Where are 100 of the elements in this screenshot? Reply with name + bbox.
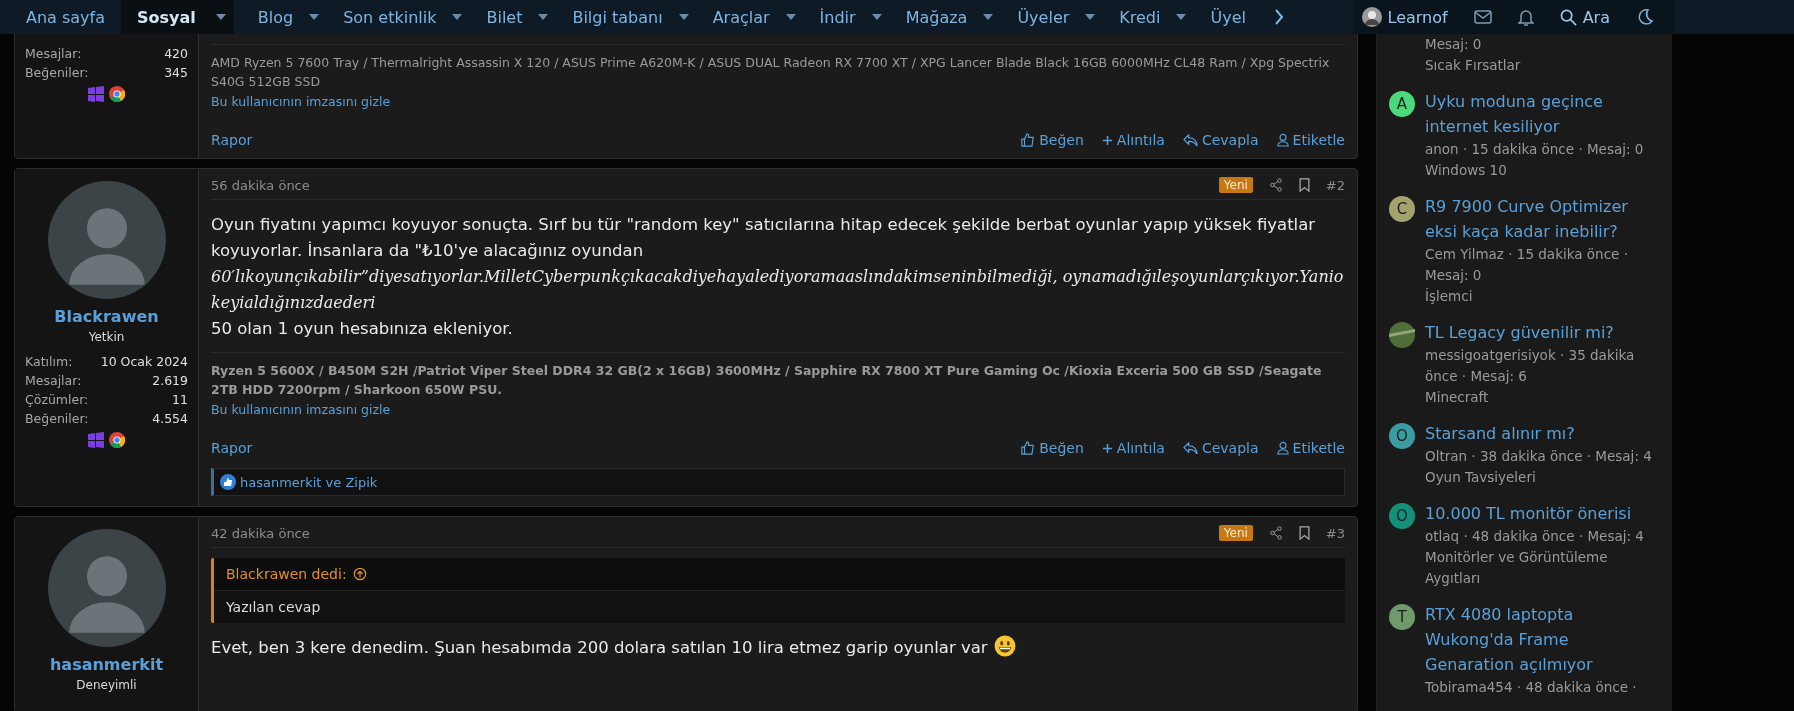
dropdown-caret-icon[interactable] <box>785 14 796 20</box>
forum-name-link[interactable]: Minecraft <box>1425 387 1658 408</box>
forum-name-link[interactable]: Sıcak Fırsatlar <box>1425 55 1521 76</box>
forum-name-link[interactable]: İşlemci <box>1425 286 1658 307</box>
quote-author[interactable]: Blackrawen dedi: <box>226 566 347 582</box>
thread-meta: Tobirama454 · 48 dakika önce · <box>1425 678 1638 697</box>
dropdown-caret-icon[interactable] <box>538 14 549 20</box>
stat-value: 345 <box>164 64 188 82</box>
post-action-link[interactable]: Etiketle <box>1276 440 1345 456</box>
avatar-photo-placeholder[interactable] <box>47 529 166 647</box>
nav-tab[interactable]: Ana sayfa <box>10 0 122 34</box>
person-icon <box>1276 133 1289 147</box>
plus-icon <box>1101 442 1113 454</box>
forum-name-link[interactable]: Windows 10 <box>1425 160 1658 181</box>
avatar-photo-placeholder[interactable] <box>47 181 166 299</box>
nav-tab[interactable]: Sosyal <box>121 0 208 34</box>
bell-icon[interactable] <box>1517 8 1534 26</box>
thread-meta: Oltran · 38 dakika önce · Mesaj: 4 <box>1425 447 1652 466</box>
thread-title-link[interactable]: Starsand alınır mı? <box>1425 421 1652 446</box>
forum-name-link[interactable]: Oyun Tavsiyeleri <box>1425 467 1652 488</box>
report-link[interactable]: Rapor <box>211 132 253 148</box>
photo-placeholder[interactable] <box>1389 322 1415 348</box>
post-text: Oyun fiyatını yapımcı koyuyor sonuçta. Sırf bu tür "random key" satıcılarına hitap edecek şekilde berbat oyunlar yapıp yüksek fiyatlar koyuyorlar. İnsanlara da "₺10'ye alacağınız oyundan <box>211 215 1316 260</box>
post-number-link[interactable]: #3 <box>1325 525 1345 541</box>
thread-title-link[interactable]: TL Legacy güvenilir mi? <box>1425 320 1658 345</box>
thread-title-link[interactable]: 10.000 TL monitör önerisi <box>1425 501 1658 526</box>
stat-value: 420 <box>164 45 188 63</box>
post-action-link[interactable]: Beğen <box>1021 132 1084 148</box>
hide-signature-link[interactable]: Bu kullanıcının imzasını gizle <box>211 94 391 109</box>
nav-tab[interactable]: Blog <box>241 0 310 34</box>
letter-avatar[interactable]: O <box>1389 423 1415 449</box>
dropdown-caret-icon[interactable] <box>207 0 234 34</box>
post-number-link[interactable]: #2 <box>1325 177 1345 193</box>
post-action-link[interactable]: Cevapla <box>1182 132 1259 148</box>
nav-tab[interactable]: Mağaza <box>889 0 984 34</box>
letter-avatar[interactable]: O <box>1389 503 1415 529</box>
hide-signature-link[interactable]: Bu kullanıcının imzasını gizle <box>211 402 391 417</box>
smiley-emoji-icon <box>993 635 1016 657</box>
signature-text: Ryzen 5 5600X / B450M S2H /Patriot Viper Steel DDR4 32 GB(2 x 16GB) 3600MHz / Sapphire RX 7800 XT Pure Gaming Oc /Kioxia Exceria 500 GB SSD /Seagate 2TB HDD 7200rpm / Sharkoon 650W PSU. <box>211 362 1323 399</box>
stat-value: 11 <box>172 391 188 409</box>
stat-label: Çözümler: <box>25 391 89 409</box>
stat-value: 4.554 <box>152 410 188 428</box>
bookmark-icon[interactable] <box>1298 526 1310 540</box>
thumbs-up-icon <box>1021 133 1036 147</box>
user-title: Yetkin <box>88 330 125 344</box>
post-formula-text: 60′lıkoyunçıkabilir”diyesatıyorlar.MilletCyberpunkçıkacakdiyehayalediyoramaaslındakimseninbilmediği, oynamadığıleşoyunlarçıkıyor.Yaniokeyialdığınızdaederi <box>211 266 1345 314</box>
nav-tab[interactable]: İndir <box>803 0 872 34</box>
post-action-link[interactable]: Alıntıla <box>1101 440 1165 456</box>
post-action-link[interactable]: Alıntıla <box>1101 132 1165 148</box>
arrow-up-circle-icon[interactable] <box>352 567 367 581</box>
nav-tab[interactable]: Üyel <box>1194 0 1262 34</box>
report-link[interactable]: Rapor <box>211 440 253 456</box>
share-icon[interactable] <box>1268 526 1283 540</box>
thread-title-link[interactable]: R9 7900 Curve Optimizer eksi kaça kadar inebilir? <box>1425 194 1658 244</box>
nav-tab[interactable]: Bilgi tabanı <box>556 0 679 34</box>
chevron-right-icon[interactable] <box>1273 9 1284 25</box>
thread-meta: Mesaj: 0 <box>1425 35 1483 54</box>
windows-logo-icon <box>88 86 104 102</box>
moon-icon[interactable] <box>1636 8 1654 26</box>
user-menu-link[interactable]: Learnof <box>1361 7 1448 27</box>
post-action-link[interactable]: Etiketle <box>1276 132 1345 148</box>
username-link[interactable]: Blackrawen <box>54 307 159 326</box>
thread-meta: anon · 15 dakika önce · Mesaj: 0 <box>1425 140 1645 159</box>
stat-label: Beğeniler: <box>25 410 89 428</box>
dropdown-caret-icon[interactable] <box>678 14 689 20</box>
share-icon[interactable] <box>1268 178 1283 192</box>
nav-tab[interactable]: Üyeler <box>1001 0 1086 34</box>
username-link[interactable]: hasanmerkit <box>49 655 164 674</box>
post-text: 50 olan 1 oyun hesabınıza ekleniyor. <box>211 319 513 338</box>
nav-tab[interactable]: Kredi <box>1103 0 1177 34</box>
letter-avatar[interactable]: A <box>1389 91 1415 117</box>
post-action-link[interactable]: Cevapla <box>1182 440 1259 456</box>
thread-meta: messigoatgerisiyok · 35 dakika önce · Mesaj: 6 <box>1425 346 1636 386</box>
stat-label: Mesajlar: <box>25 372 82 390</box>
dropdown-caret-icon[interactable] <box>871 14 882 20</box>
avatar-icon <box>1361 7 1382 27</box>
mail-icon[interactable] <box>1473 10 1492 24</box>
thread-title-link[interactable]: Uyku moduna geçince internet kesiliyor <box>1425 89 1658 139</box>
dropdown-caret-icon[interactable] <box>1176 14 1187 20</box>
reaction-users-link[interactable]: hasanmerkit ve Zipik <box>240 474 378 490</box>
dropdown-caret-icon[interactable] <box>309 14 320 20</box>
letter-avatar[interactable]: C <box>1389 196 1415 222</box>
search-button[interactable]: Ara <box>1559 7 1610 27</box>
post-timestamp[interactable]: 56 dakika önce <box>211 177 310 193</box>
user-title: Deneyimli <box>76 678 137 692</box>
post-timestamp[interactable]: 42 dakika önce <box>211 525 310 541</box>
post-action-link[interactable]: Beğen <box>1021 440 1084 456</box>
dropdown-caret-icon[interactable] <box>1085 14 1096 20</box>
thread-title-link[interactable]: RTX 4080 laptopta Wukong'da Frame Genaration açılmıyor <box>1425 602 1658 677</box>
bookmark-icon[interactable] <box>1298 178 1310 192</box>
nav-tab[interactable]: Bilet <box>470 0 539 34</box>
quote-text: Yazılan cevap <box>225 598 322 617</box>
nav-tab[interactable]: Araçlar <box>696 0 786 34</box>
dropdown-caret-icon[interactable] <box>452 14 463 20</box>
letter-avatar[interactable]: T <box>1389 604 1415 630</box>
forum-name-link[interactable]: Monitörler ve Görüntüleme Aygıtları <box>1425 547 1658 589</box>
dropdown-caret-icon[interactable] <box>983 14 994 20</box>
new-label: Yeni <box>1218 177 1253 193</box>
nav-tab[interactable]: Son etkinlik <box>327 0 453 34</box>
like-reaction-icon <box>220 474 236 490</box>
